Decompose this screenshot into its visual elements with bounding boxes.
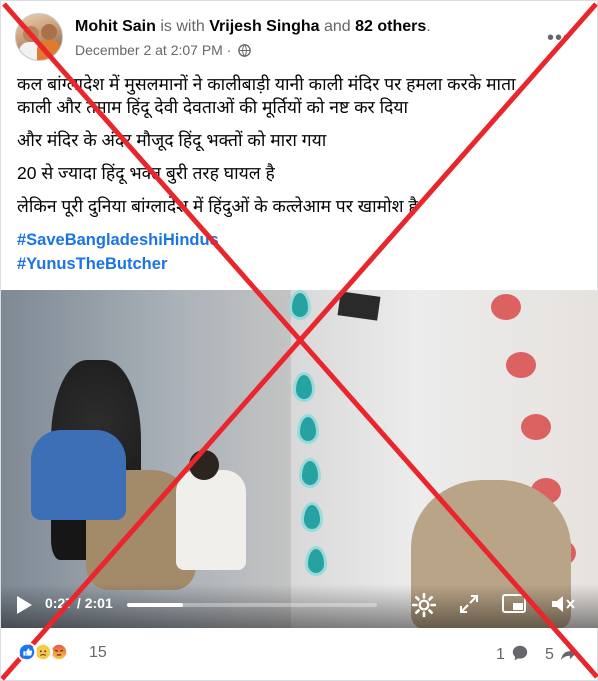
- post-footer: 15 1 5: [1, 628, 598, 681]
- author-avatar[interactable]: [15, 13, 63, 61]
- author-name[interactable]: Mohit Sain: [75, 18, 156, 35]
- mute-icon[interactable]: [549, 592, 577, 616]
- video-time: 0:27 / 2:01: [45, 595, 113, 611]
- wall-motif: [289, 290, 311, 320]
- wall-motif: [305, 546, 327, 576]
- pip-icon[interactable]: [501, 592, 527, 616]
- post-header: Mohit Sain is with Vrijesh Singha and 82…: [15, 13, 585, 63]
- wall-motif: [293, 372, 315, 402]
- wall-flower: [491, 294, 521, 320]
- post-meta: December 2 at 2:07 PM ·: [75, 42, 252, 58]
- body-line: और मंदिर के अंदर मौजूद हिंदू भक्तों को म…: [17, 130, 327, 150]
- comment-count-link[interactable]: 1: [496, 644, 529, 664]
- wall-flower: [506, 352, 536, 378]
- hashtag-link[interactable]: #YunusTheButcher: [17, 252, 585, 276]
- comment-icon: [513, 645, 528, 661]
- person-head: [189, 450, 219, 480]
- share-icon: [561, 646, 577, 661]
- share-count-link[interactable]: 5: [545, 644, 578, 664]
- body-line: कल बांग्लादेश में मुसलमानों ने कालीबाड़ी…: [17, 74, 516, 94]
- comment-count: 1: [496, 646, 505, 663]
- body-line: लेकिन पूरी दुनिया बांग्लादेश में हिंदुओं…: [17, 196, 418, 216]
- tagged-user[interactable]: Vrijesh Singha: [209, 18, 319, 35]
- others-link[interactable]: 82 others: [355, 18, 426, 35]
- body-line: काली और तमाम हिंदू देवी देवताओं की मूर्त…: [17, 97, 409, 117]
- globe-icon: [238, 44, 252, 57]
- person-figure: [176, 470, 246, 570]
- with-text: is with: [160, 18, 205, 35]
- video-player[interactable]: 0:27 / 2:01: [1, 290, 598, 628]
- facebook-post: Mohit Sain is with Vrijesh Singha and 82…: [0, 0, 598, 681]
- wall-motif: [299, 458, 321, 488]
- wall-motif: [297, 414, 319, 444]
- wall-flower: [521, 414, 551, 440]
- settings-icon[interactable]: [411, 592, 437, 618]
- person-figure: [31, 430, 126, 520]
- meta-separator: ·: [226, 42, 232, 58]
- share-count: 5: [545, 646, 554, 663]
- expand-icon[interactable]: [457, 592, 481, 616]
- reaction-count[interactable]: 15: [89, 644, 107, 662]
- and-text: and: [323, 18, 351, 35]
- play-icon[interactable]: [13, 594, 35, 616]
- current-time: 0:27: [45, 595, 74, 611]
- period: .: [426, 18, 431, 35]
- progress-fill: [127, 603, 183, 607]
- progress-bar[interactable]: [127, 603, 377, 607]
- like-icon: [17, 642, 37, 662]
- timestamp[interactable]: December 2 at 2:07 PM: [75, 42, 223, 58]
- post-body: कल बांग्लादेश में मुसलमानों ने कालीबाड़ी…: [17, 73, 585, 276]
- video-controls: 0:27 / 2:01: [1, 584, 598, 628]
- hashtag-link[interactable]: #SaveBangladeshiHindus: [17, 228, 585, 252]
- more-options-icon[interactable]: •••: [547, 27, 571, 50]
- wall-motif: [301, 502, 323, 532]
- author-line: Mohit Sain is with Vrijesh Singha and 82…: [75, 17, 431, 37]
- time-separator: /: [73, 595, 85, 611]
- video-duration: 2:01: [84, 595, 113, 611]
- body-line: 20 से ज्यादा हिंदू भक्त बुरी तरह घायल है: [17, 163, 275, 183]
